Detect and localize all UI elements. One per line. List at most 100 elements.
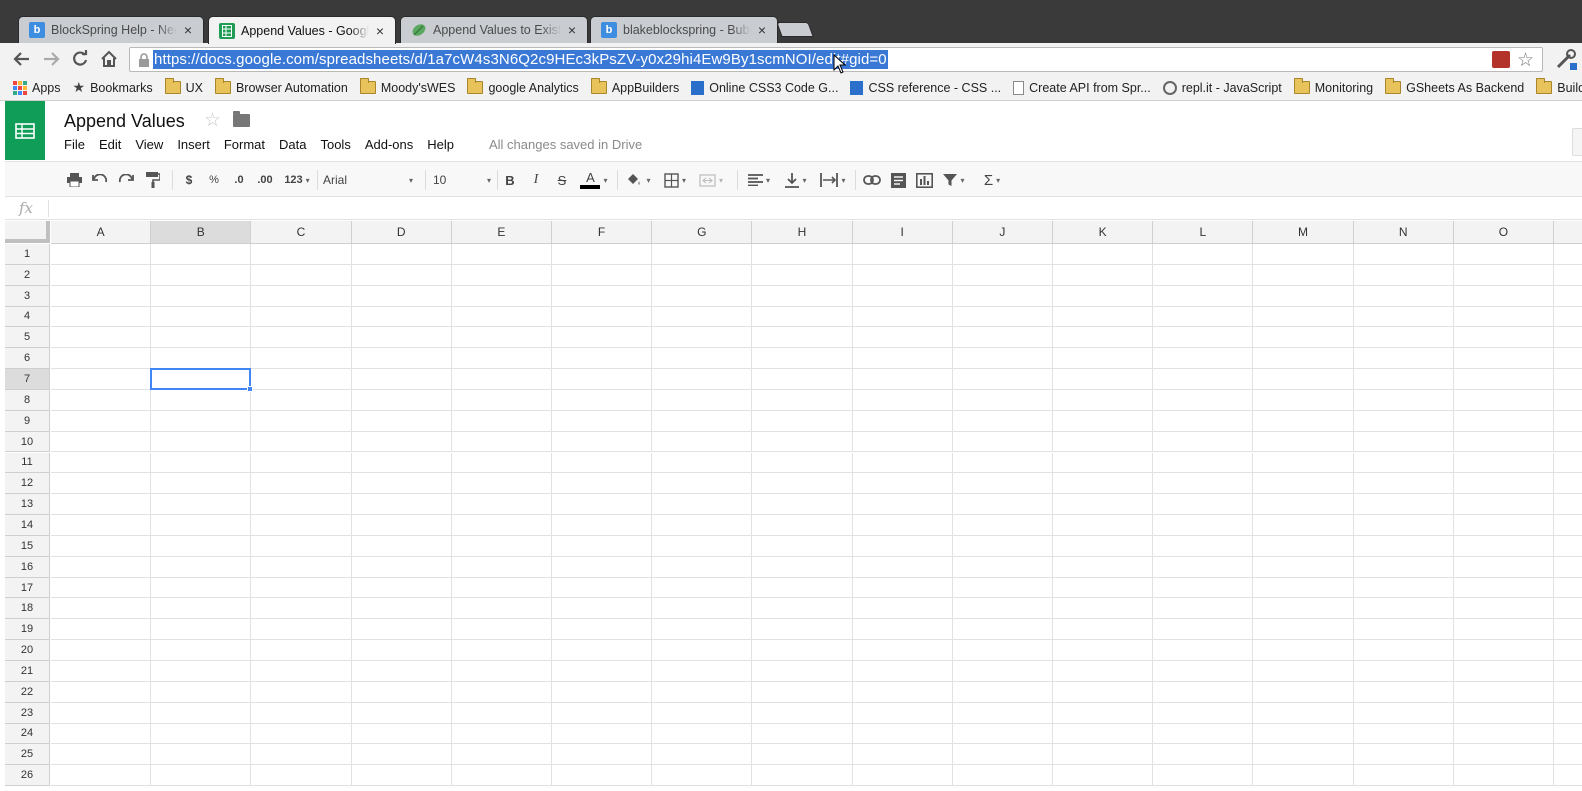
grid-cell[interactable]: [1353, 661, 1454, 682]
grid-cell[interactable]: [351, 640, 452, 661]
grid-cell[interactable]: [1453, 577, 1554, 599]
grid-cell[interactable]: [552, 515, 653, 536]
row-header-18[interactable]: 18: [5, 598, 50, 620]
grid-cell[interactable]: [552, 744, 653, 766]
grid-cell[interactable]: [51, 327, 152, 349]
grid-cell[interactable]: [952, 431, 1053, 453]
grid-cell[interactable]: [1453, 744, 1554, 766]
grid-cell[interactable]: [852, 285, 953, 307]
grid-cell[interactable]: [51, 577, 152, 599]
grid-cell[interactable]: [1053, 681, 1154, 703]
grid-cell[interactable]: [1153, 619, 1254, 641]
grid-cell[interactable]: [652, 515, 753, 536]
active-cell-outline[interactable]: [150, 368, 252, 390]
grid-cell[interactable]: [251, 306, 352, 328]
grid-cell[interactable]: [1253, 598, 1354, 620]
row-header-3[interactable]: 3: [5, 285, 50, 307]
bookmark-folder[interactable]: Moody'sWES: [359, 78, 455, 95]
grid-cell[interactable]: [251, 431, 352, 453]
grid-cell[interactable]: [251, 640, 352, 661]
grid-cell[interactable]: [852, 244, 953, 265]
grid-cell[interactable]: [1353, 515, 1454, 536]
grid-cell[interactable]: [652, 619, 753, 641]
bookmark-folder[interactable]: UX: [164, 78, 203, 95]
grid-cell[interactable]: [752, 723, 853, 745]
grid-cell[interactable]: [1253, 369, 1354, 390]
grid-cell[interactable]: [351, 723, 452, 745]
grid-cell[interactable]: [351, 661, 452, 682]
grid-cell[interactable]: [1053, 389, 1154, 411]
grid-cell[interactable]: [752, 244, 853, 265]
grid-cell[interactable]: [1353, 619, 1454, 641]
extension-icon[interactable]: [1492, 51, 1510, 68]
grid-cell[interactable]: [1253, 577, 1354, 599]
grid-cell[interactable]: [952, 661, 1053, 682]
grid-cell[interactable]: [1153, 723, 1254, 745]
grid-cell[interactable]: [852, 515, 953, 536]
grid-cell[interactable]: [151, 723, 252, 745]
grid-cell[interactable]: [1453, 661, 1554, 682]
grid-cell[interactable]: [1554, 598, 1582, 620]
grid-cell[interactable]: [1153, 661, 1254, 682]
grid-cell[interactable]: [852, 452, 953, 474]
grid-cell[interactable]: [1353, 640, 1454, 661]
grid-cell[interactable]: [752, 598, 853, 620]
row-header-12[interactable]: 12: [5, 473, 50, 495]
browser-tab-active[interactable]: Append Values - Google S ×: [208, 16, 396, 44]
grid-cell[interactable]: [251, 577, 352, 599]
grid-cell[interactable]: [51, 389, 152, 411]
grid-cell[interactable]: [151, 473, 252, 495]
grid-cell[interactable]: [1153, 535, 1254, 557]
grid-cell[interactable]: [1053, 515, 1154, 536]
grid-cell[interactable]: [451, 681, 552, 703]
grid-cell[interactable]: [351, 473, 452, 495]
grid-cell[interactable]: [351, 264, 452, 286]
grid-cell[interactable]: [1554, 264, 1582, 286]
row-header-19[interactable]: 19: [5, 619, 50, 641]
grid-cell[interactable]: [1153, 640, 1254, 661]
undo-button[interactable]: [91, 170, 109, 190]
grid-cell[interactable]: [852, 494, 953, 516]
grid-cell[interactable]: [1153, 681, 1254, 703]
grid-cell[interactable]: [1253, 306, 1354, 328]
grid-cell[interactable]: [652, 389, 753, 411]
grid-cell[interactable]: [1353, 535, 1454, 557]
grid-cell[interactable]: [552, 264, 653, 286]
grid-cell[interactable]: [1153, 244, 1254, 265]
grid-cell[interactable]: [852, 306, 953, 328]
grid-cell[interactable]: [652, 598, 753, 620]
grid-cell[interactable]: [1554, 577, 1582, 599]
grid-cell[interactable]: [451, 661, 552, 682]
grid-cell[interactable]: [752, 640, 853, 661]
grid-cell[interactable]: [251, 452, 352, 474]
grid-cell[interactable]: [852, 264, 953, 286]
menu-format[interactable]: Format: [224, 137, 265, 152]
forward-button[interactable]: [40, 48, 62, 70]
grid-cell[interactable]: [51, 515, 152, 536]
spreadsheet-grid[interactable]: A B C D E F G H I J K L M N O 1 2 3 4 5 6 7 8 9 10 11 12 13 14 15 16 17…: [5, 221, 1582, 791]
grid-cell[interactable]: [1053, 306, 1154, 328]
grid-cell[interactable]: [552, 244, 653, 265]
grid-cell[interactable]: [1153, 348, 1254, 370]
grid-cell[interactable]: [852, 765, 953, 787]
grid-cell[interactable]: [1153, 431, 1254, 453]
grid-cell[interactable]: [952, 327, 1053, 349]
grid-cell[interactable]: [652, 348, 753, 370]
grid-cell[interactable]: [652, 723, 753, 745]
column-header-b[interactable]: B: [151, 221, 252, 244]
grid-cell[interactable]: [852, 598, 953, 620]
grid-cell[interactable]: [251, 744, 352, 766]
column-header-k[interactable]: K: [1053, 221, 1154, 244]
grid-cell[interactable]: [1053, 348, 1154, 370]
grid-cell[interactable]: [51, 723, 152, 745]
grid-cell[interactable]: [1353, 452, 1454, 474]
grid-cell[interactable]: [351, 744, 452, 766]
grid-cell[interactable]: [852, 702, 953, 724]
bookmark-folder[interactable]: Monitoring: [1293, 78, 1373, 95]
grid-cell[interactable]: [1153, 515, 1254, 536]
grid-cell[interactable]: [51, 306, 152, 328]
folder-icon[interactable]: [233, 111, 250, 127]
grid-cell[interactable]: [51, 702, 152, 724]
grid-cell[interactable]: [1353, 744, 1454, 766]
grid-cell[interactable]: [51, 661, 152, 682]
